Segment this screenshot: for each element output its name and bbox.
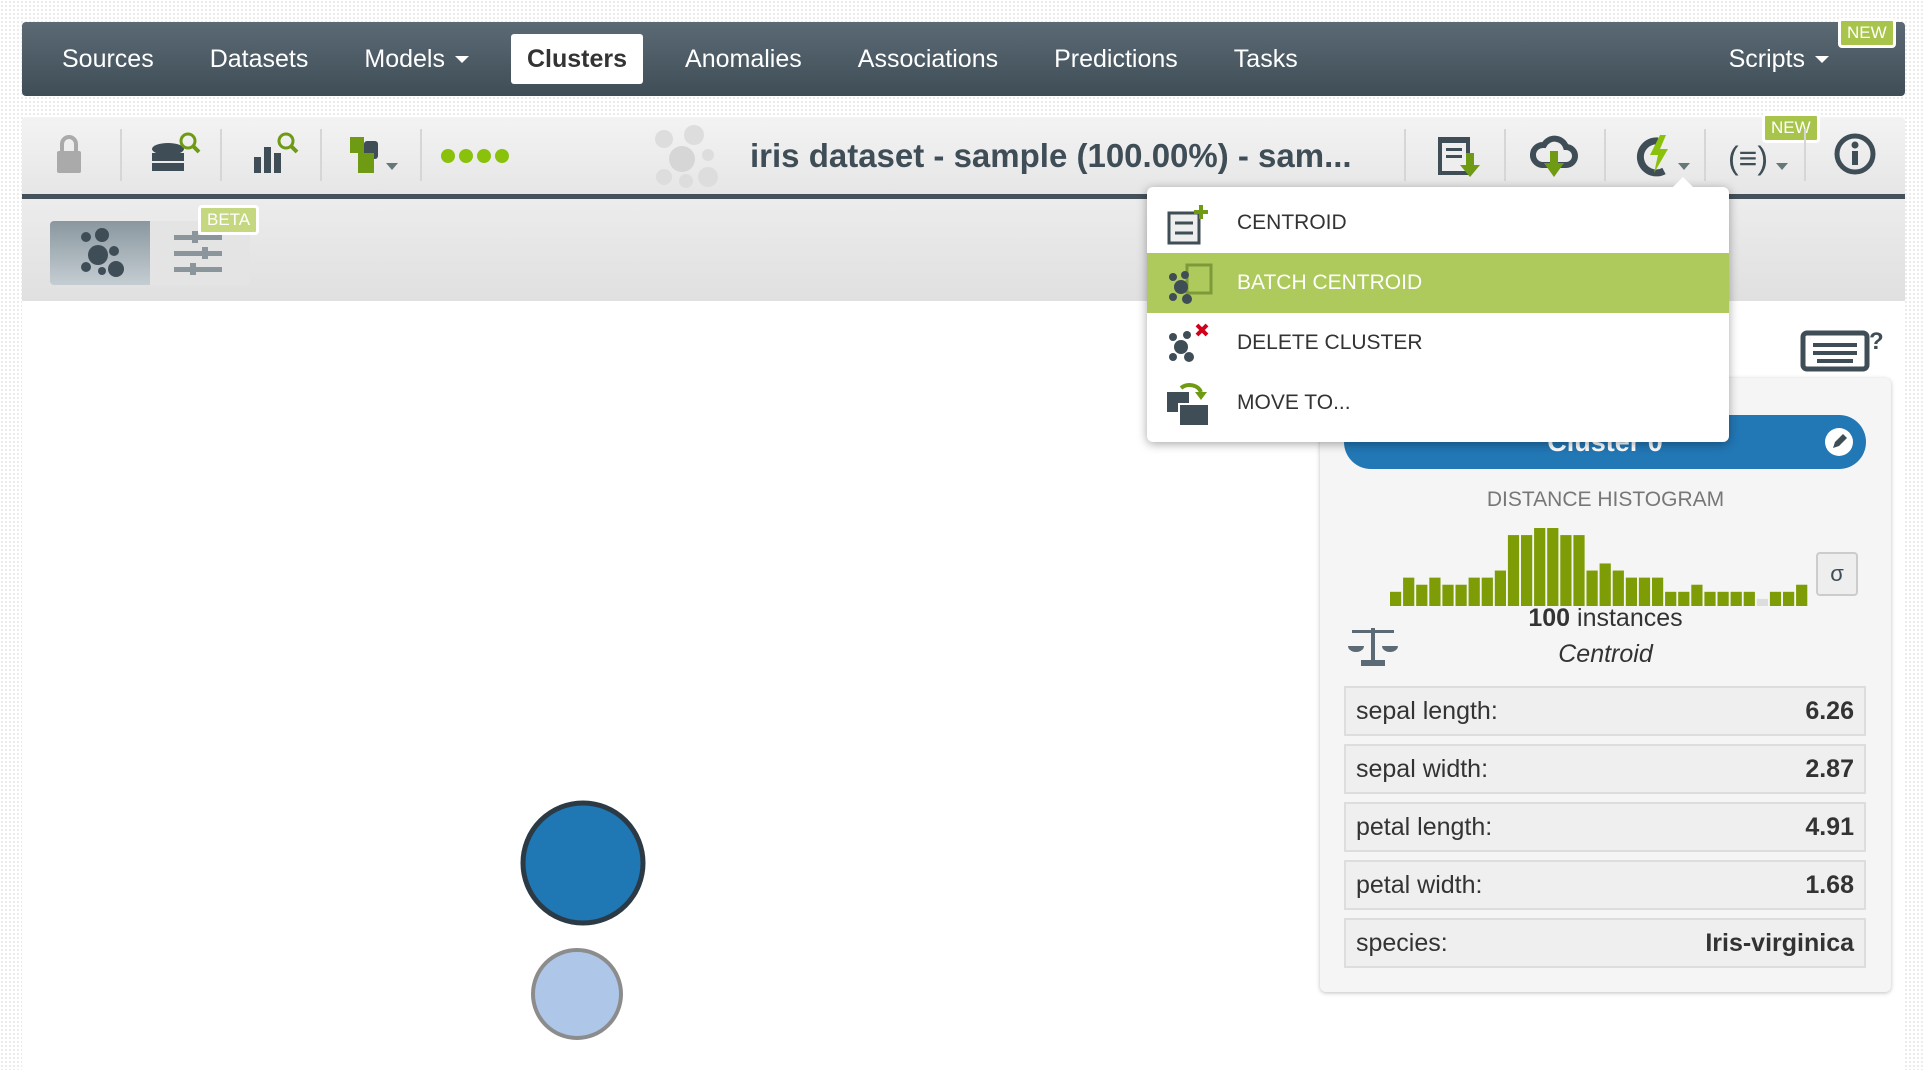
actions-dropdown-menu: CENTROID BATCH CENTROID DELETE CLUSTER M… <box>1147 177 1729 442</box>
edit-icon[interactable] <box>1824 427 1854 457</box>
histogram-bar[interactable] <box>1652 577 1664 606</box>
field-value: Iris-virginica <box>1705 928 1854 957</box>
field-name: petal width: <box>1356 870 1483 899</box>
clusters-icon <box>81 228 124 277</box>
menu-item-delete-cluster[interactable]: DELETE CLUSTER <box>1147 313 1729 373</box>
chevron-down-icon <box>1815 55 1829 63</box>
histogram-bar[interactable] <box>1429 577 1441 606</box>
cluster-logo-icon <box>655 125 718 188</box>
nav-models-label: Models <box>364 44 445 73</box>
nav-scripts[interactable]: Scripts <box>1701 34 1857 84</box>
field-row: species: Iris-virginica <box>1344 918 1866 968</box>
nav-tasks[interactable]: Tasks <box>1206 34 1326 84</box>
histogram-bar[interactable] <box>1625 577 1637 606</box>
histogram-bar[interactable] <box>1612 570 1624 606</box>
histogram-bar[interactable] <box>1691 584 1703 606</box>
menu-item-batch-centroid[interactable]: BATCH CENTROID <box>1147 253 1729 313</box>
field-value: 4.91 <box>1805 812 1854 841</box>
field-row: sepal width: 2.87 <box>1344 744 1866 794</box>
beta-badge: BETA <box>198 205 260 235</box>
menu-item-label: DELETE CLUSTER <box>1237 331 1423 354</box>
instances-count: 100 instances <box>1320 604 1891 633</box>
chart-search-icon[interactable] <box>250 131 306 181</box>
instances-number: 100 <box>1528 604 1571 632</box>
field-row: petal length: 4.91 <box>1344 802 1866 852</box>
menu-item-label: BATCH CENTROID <box>1237 271 1423 294</box>
centroid-label: Centroid <box>1558 640 1653 668</box>
svg-text:?: ? <box>1869 328 1884 355</box>
menu-item-label: CENTROID <box>1237 211 1347 234</box>
cluster-map <box>520 800 646 1040</box>
histogram-bar[interactable] <box>1547 528 1559 606</box>
batch-centroid-icon <box>1169 263 1213 304</box>
cluster-0-bubble[interactable] <box>520 800 646 926</box>
histogram-title: DISTANCE HISTOGRAM <box>1486 488 1725 511</box>
histogram-bar[interactable] <box>1481 577 1493 606</box>
menu-item-move-to[interactable]: MOVE TO... <box>1147 373 1729 433</box>
histogram-bar[interactable] <box>1442 584 1454 606</box>
field-row: sepal length: 6.26 <box>1344 686 1866 736</box>
field-value: 2.87 <box>1805 754 1854 783</box>
nav-clusters[interactable]: Clusters <box>510 34 644 84</box>
histogram-bar[interactable] <box>1416 584 1428 606</box>
actions-icon[interactable] <box>1630 131 1696 181</box>
nav-associations[interactable]: Associations <box>830 34 1026 84</box>
new-badge-scripts: NEW <box>1762 113 1820 143</box>
field-name: species: <box>1356 928 1448 957</box>
svg-text:(≡): (≡) <box>1728 140 1768 176</box>
cloud-download-icon[interactable] <box>1530 131 1580 181</box>
histogram-bar[interactable] <box>1455 584 1467 606</box>
cluster-1-bubble[interactable] <box>531 948 623 1040</box>
nav-anomalies[interactable]: Anomalies <box>657 34 830 84</box>
menu-item-centroid[interactable]: CENTROID <box>1147 193 1729 253</box>
nav-sources[interactable]: Sources <box>34 34 182 84</box>
new-badge: NEW <box>1838 18 1896 48</box>
chevron-down-icon <box>454 55 469 63</box>
nav-scripts-label: Scripts <box>1728 44 1805 73</box>
instances-label: instances <box>1577 604 1683 632</box>
keyboard-shortcuts-icon[interactable]: ? <box>1799 323 1889 373</box>
field-name: sepal length: <box>1356 696 1498 725</box>
histogram-bar[interactable] <box>1534 528 1546 606</box>
histogram-bar[interactable] <box>1638 577 1651 606</box>
sigma-button[interactable]: σ <box>1816 552 1858 596</box>
lock-icon[interactable] <box>54 131 84 181</box>
clipboard-download-icon[interactable] <box>1434 131 1484 181</box>
nav-models[interactable]: Models <box>336 34 497 84</box>
histogram-bar[interactable] <box>1586 570 1598 606</box>
field-row: petal width: 1.68 <box>1344 860 1866 910</box>
progress-dots-icon <box>441 149 509 163</box>
cluster-view-button[interactable] <box>50 221 150 285</box>
histogram-bar[interactable] <box>1468 577 1480 606</box>
histogram-bar[interactable] <box>1494 570 1506 606</box>
top-nav: Sources Datasets Models Clusters Anomali… <box>22 22 1905 96</box>
nav-datasets[interactable]: Datasets <box>182 34 337 84</box>
histogram-bar[interactable] <box>1599 563 1611 606</box>
field-name: sepal width: <box>1356 754 1489 783</box>
delete-cluster-icon <box>1169 323 1209 362</box>
nav-predictions[interactable]: Predictions <box>1026 34 1206 84</box>
model-numbers-icon[interactable] <box>348 131 408 181</box>
histogram-bar[interactable] <box>1560 535 1572 606</box>
histogram-bar[interactable] <box>1521 535 1533 606</box>
move-folder-icon <box>1167 383 1210 427</box>
menu-item-label: MOVE TO... <box>1237 391 1351 414</box>
histogram-bar[interactable] <box>1573 535 1585 606</box>
histogram-bar[interactable] <box>1403 577 1415 606</box>
centroid-add-icon <box>1167 205 1208 245</box>
info-icon[interactable] <box>1832 131 1878 177</box>
dataset-search-icon[interactable] <box>148 131 204 181</box>
distance-histogram <box>1390 528 1808 606</box>
field-value: 1.68 <box>1805 870 1854 899</box>
field-value: 6.26 <box>1805 696 1854 725</box>
histogram-bar[interactable] <box>1507 535 1520 606</box>
page-title: iris dataset - sample (100.00%) - sam... <box>750 137 1352 174</box>
field-name: petal length: <box>1356 812 1493 841</box>
histogram-bar[interactable] <box>1796 584 1808 606</box>
cluster-panel: Cluster 0 DISTANCE HISTOGRAM σ 100 insta… <box>1320 378 1891 992</box>
